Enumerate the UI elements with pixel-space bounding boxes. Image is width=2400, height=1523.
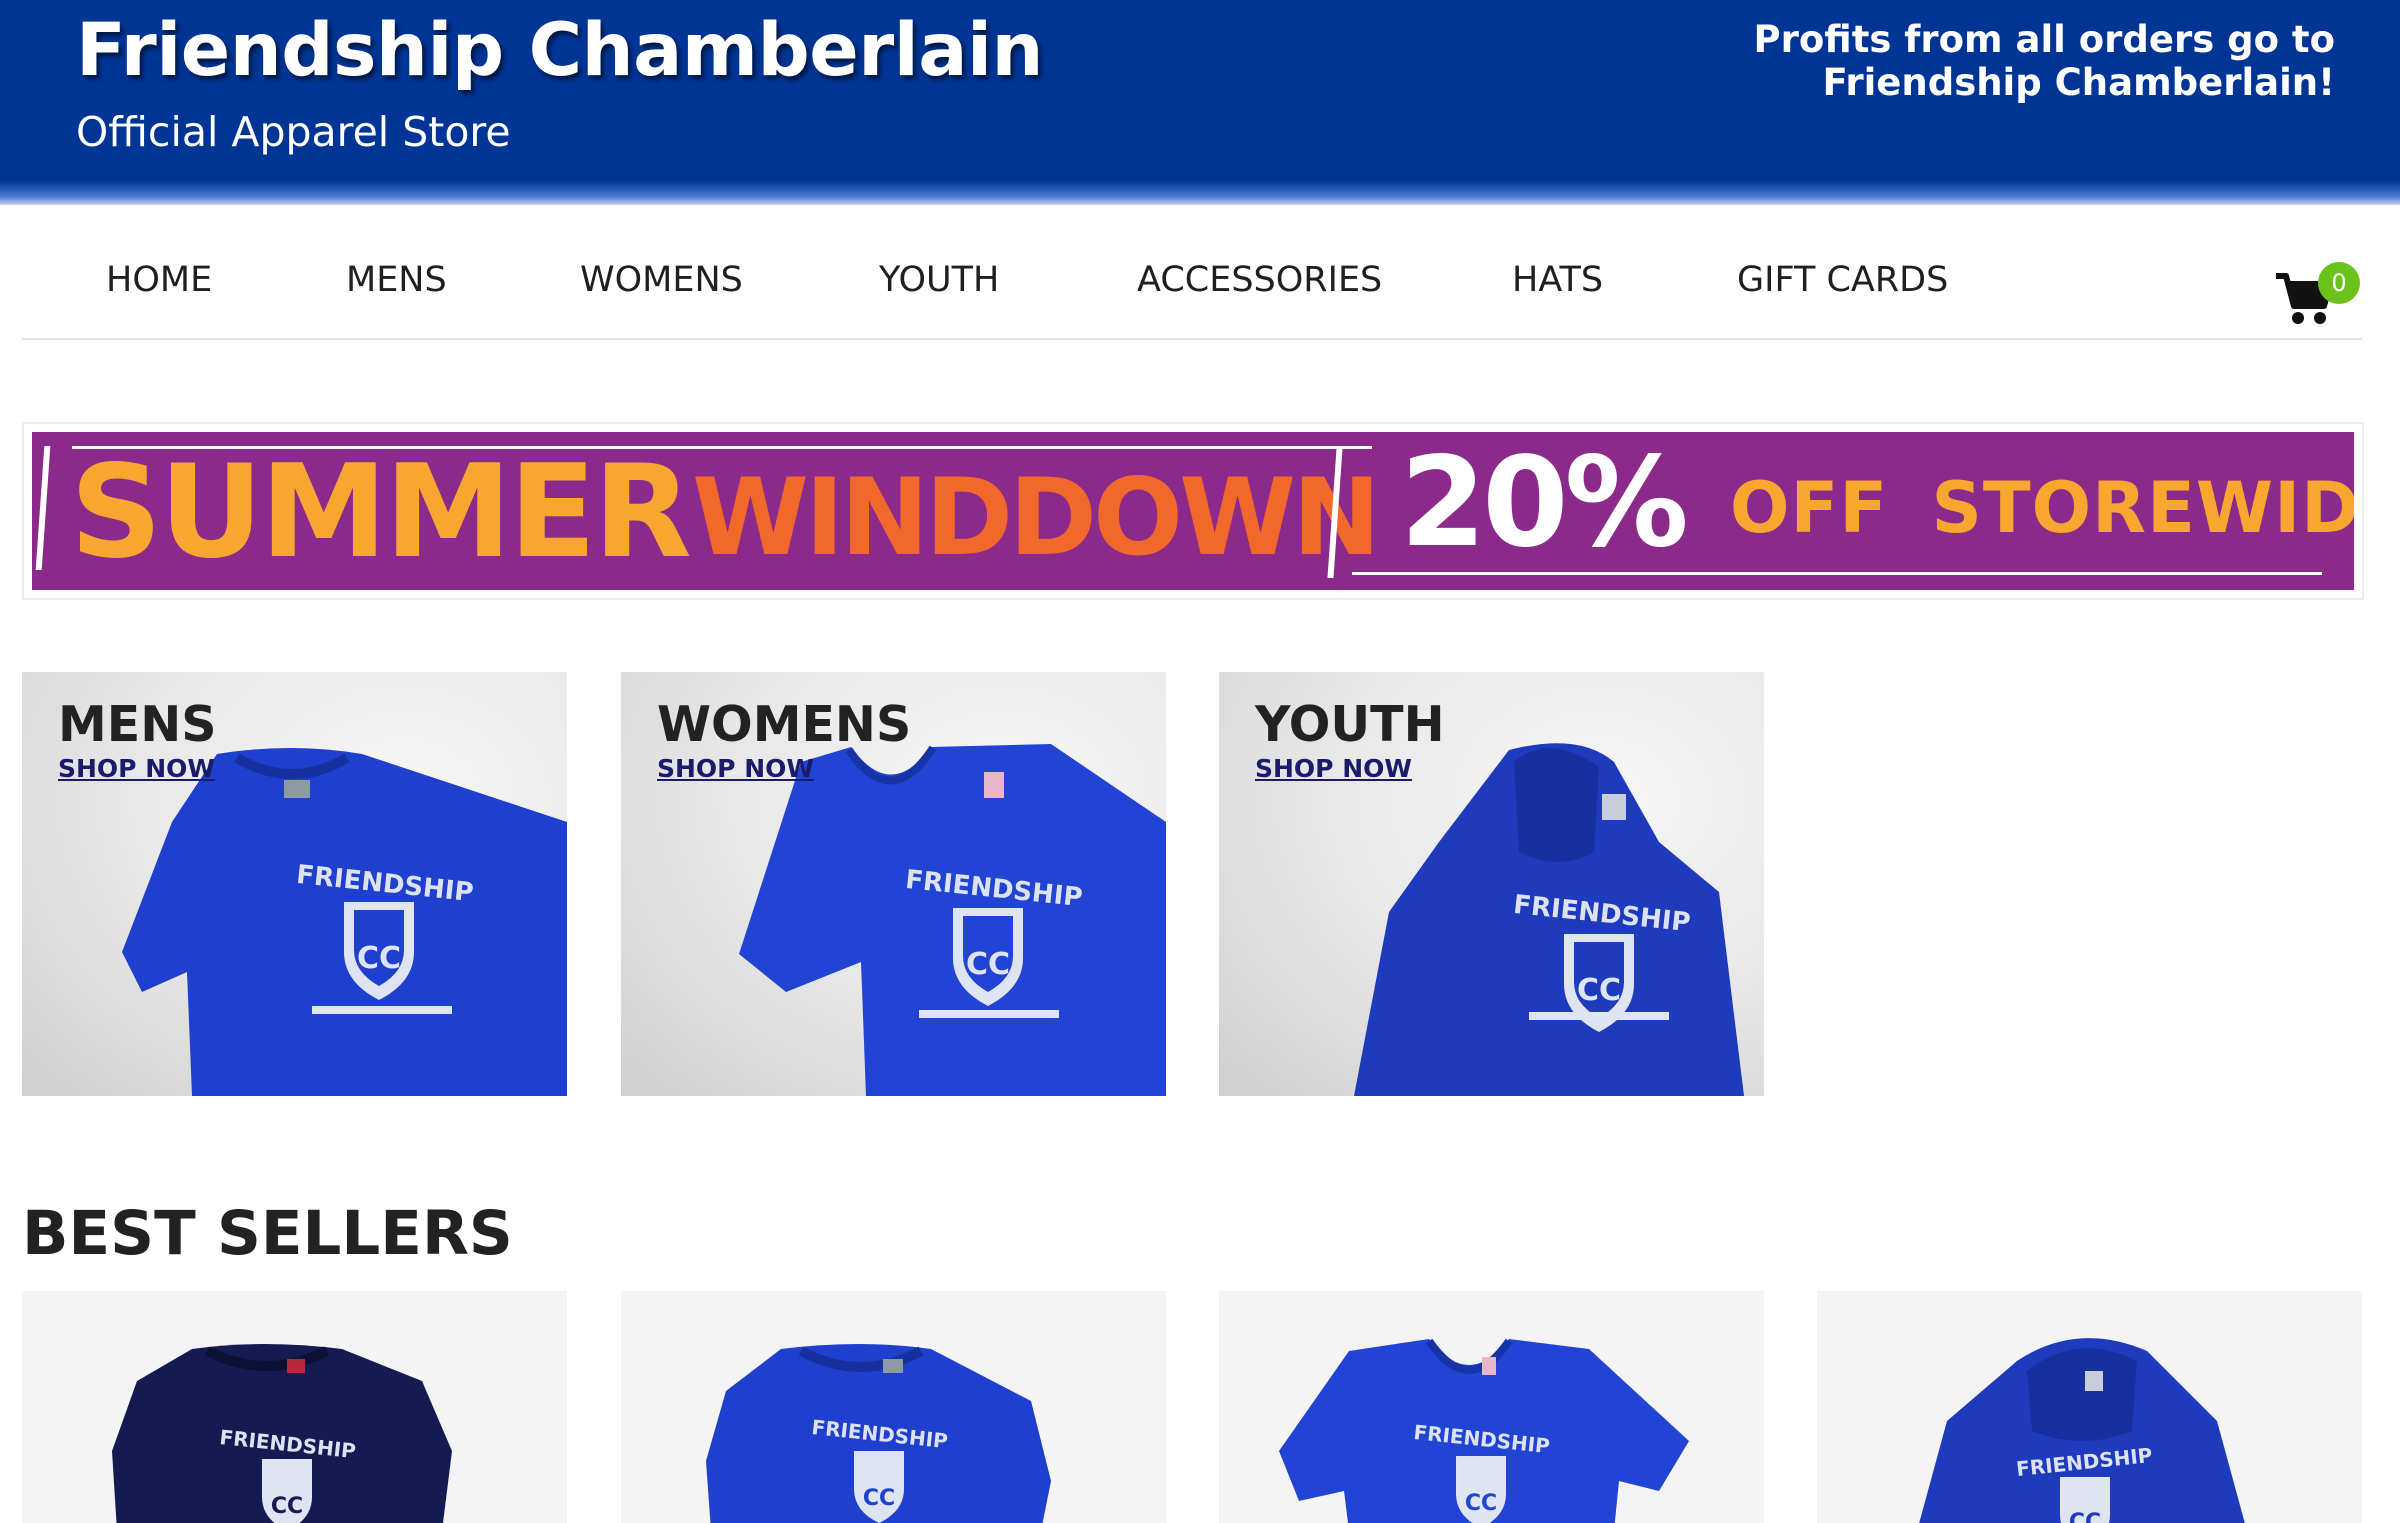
promo-banner-frame: SUMMER WINDDOWN 20% OFF STOREWIDE <box>22 422 2364 600</box>
nav-item-accessories[interactable]: ACCESSORIES <box>1137 260 1382 300</box>
category-tile-womens[interactable]: WOMENS SHOP NOW FRIENDSHIP CC <box>621 672 1166 1096</box>
nav-item-womens[interactable]: WOMENS <box>580 260 743 300</box>
svg-text:CC: CC <box>271 1494 303 1519</box>
svg-text:CC: CC <box>357 941 401 976</box>
svg-text:CC: CC <box>966 947 1010 982</box>
shop-now-link[interactable]: SHOP NOW <box>1255 754 1412 783</box>
product-card[interactable]: FRIENDSHIP CC <box>621 1291 1166 1523</box>
cart-button[interactable]: 0 <box>2274 252 2360 332</box>
banner-summer-text: SUMMER <box>70 438 692 587</box>
site-header: Friendship Chamberlain Official Apparel … <box>0 0 2400 205</box>
nav-item-youth[interactable]: YOUTH <box>879 260 999 300</box>
banner-storewide-text: OFF STOREWIDE <box>1730 467 2354 549</box>
store-subtitle: Official Apparel Store <box>76 108 511 156</box>
profits-notice: Profits from all orders go to Friendship… <box>1753 18 2335 104</box>
category-title: YOUTH <box>1255 696 1445 753</box>
cart-count-badge: 0 <box>2318 262 2360 304</box>
svg-text:CC: CC <box>863 1486 895 1511</box>
store-title[interactable]: Friendship Chamberlain <box>76 8 1043 93</box>
nav-item-hats[interactable]: HATS <box>1512 260 1603 300</box>
svg-text:CC: CC <box>1577 973 1621 1008</box>
profits-line-2: Friendship Chamberlain! <box>1822 61 2335 104</box>
category-tile-mens[interactable]: MENS SHOP NOW FRIENDSHIP CC <box>22 672 567 1096</box>
nav-item-gift-cards[interactable]: GIFT CARDS <box>1737 260 1948 300</box>
nav-item-mens[interactable]: MENS <box>346 260 447 300</box>
svg-text:CC: CC <box>2069 1510 2101 1523</box>
nav-item-home[interactable]: HOME <box>106 260 212 300</box>
main-nav: HOME MENS WOMENS YOUTH ACCESSORIES HATS … <box>22 230 2362 340</box>
royal-tshirt-image: FRIENDSHIP CC <box>706 1344 1051 1523</box>
navy-tshirt-image: FRIENDSHIP CC <box>112 1344 452 1523</box>
svg-text:CC: CC <box>1465 1491 1497 1516</box>
promo-banner[interactable]: SUMMER WINDDOWN 20% OFF STOREWIDE <box>32 432 2354 590</box>
banner-discount-text: 20% <box>1400 432 1689 575</box>
best-sellers-heading: BEST SELLERS <box>22 1198 513 1269</box>
category-tile-youth[interactable]: YOUTH SHOP NOW FRIENDSHIP CC <box>1219 672 1764 1096</box>
banner-winddown-text: WINDDOWN <box>692 456 1381 579</box>
royal-vneck-image: FRIENDSHIP CC <box>1279 1338 1689 1523</box>
banner-divider <box>35 446 51 570</box>
shop-now-link[interactable]: SHOP NOW <box>657 754 814 783</box>
shop-now-link[interactable]: SHOP NOW <box>58 754 215 783</box>
category-title: WOMENS <box>657 696 912 753</box>
product-card[interactable]: FRIENDSHIP CC <box>1219 1291 1764 1523</box>
category-title: MENS <box>58 696 217 753</box>
profits-line-1: Profits from all orders go to <box>1753 18 2335 61</box>
royal-hoodie-image: FRIENDSHIP CC <box>1919 1338 2245 1523</box>
product-card[interactable]: FRIENDSHIP CC <box>1817 1291 2362 1523</box>
product-card[interactable]: FRIENDSHIP CC <box>22 1291 567 1523</box>
